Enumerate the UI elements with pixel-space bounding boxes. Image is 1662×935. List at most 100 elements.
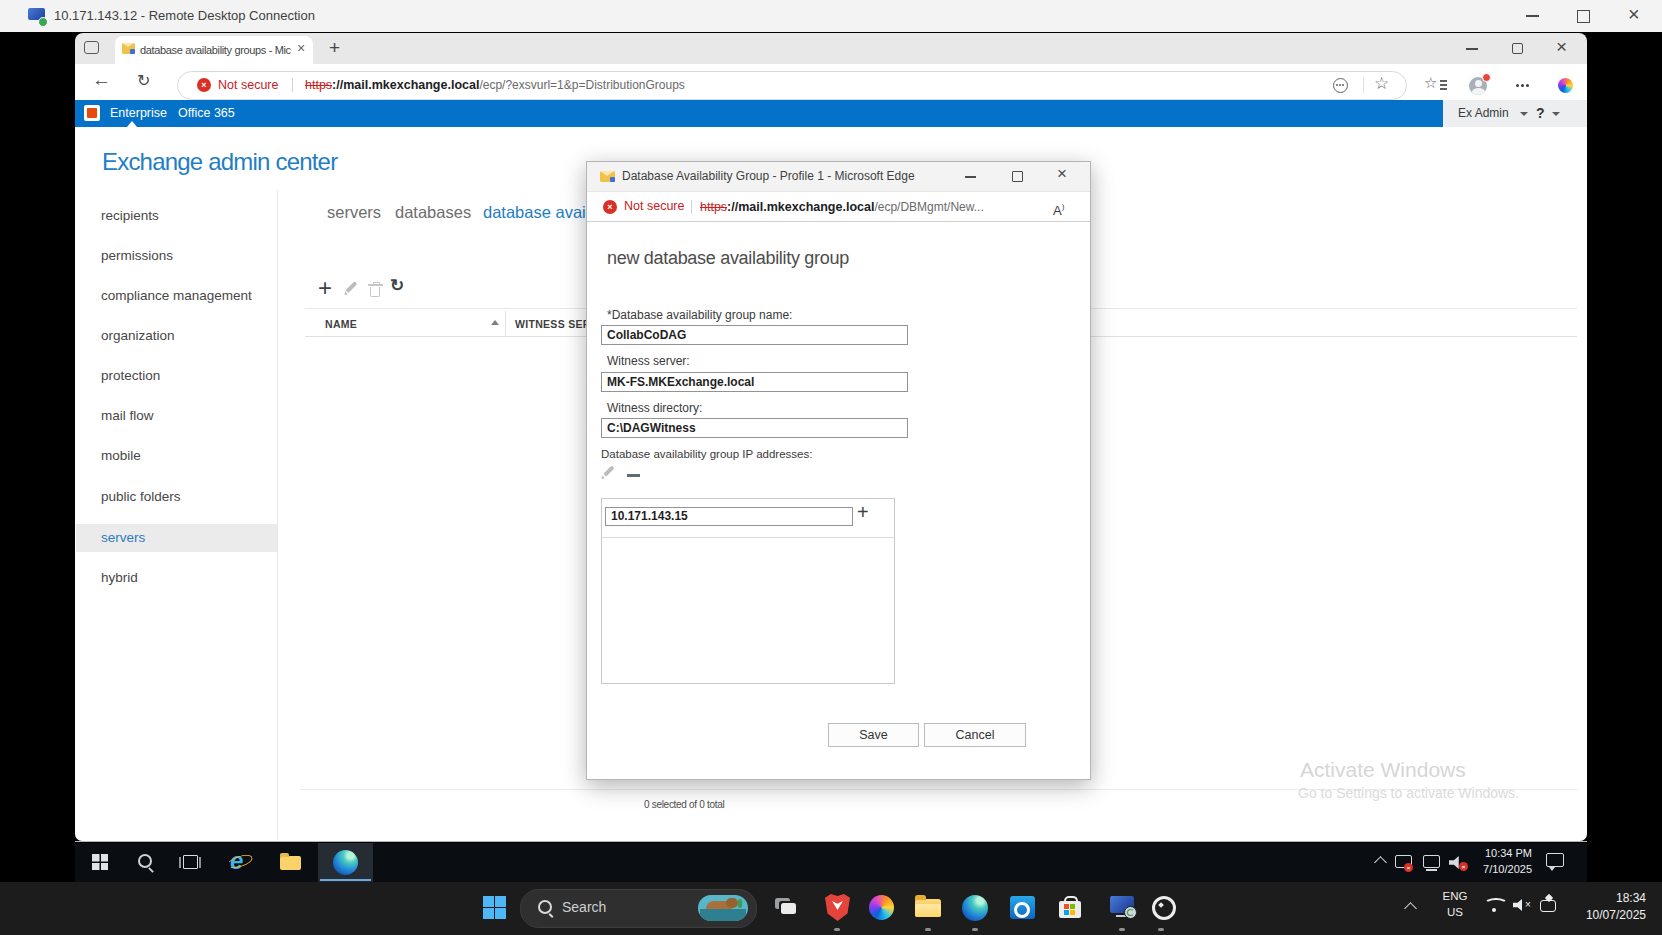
sidebar-divider — [277, 190, 278, 840]
browser-restore-button[interactable] — [1512, 43, 1523, 54]
url-path: /ecp/?exsvurl=1&p=DistributionGroups — [479, 78, 684, 92]
cancel-button[interactable]: Cancel — [924, 723, 1026, 747]
sidebar-item-servers[interactable]: servers — [101, 524, 145, 551]
dag-name-input[interactable]: CollabCoDAG — [601, 325, 908, 345]
volume-muted-icon[interactable] — [1513, 899, 1525, 911]
ip-add-icon[interactable]: + — [857, 501, 869, 524]
remote-notification-icon[interactable] — [1546, 853, 1564, 867]
new-tab-button[interactable]: + — [329, 37, 340, 59]
tab-close-icon[interactable]: × — [297, 40, 305, 56]
sidebar-item-organization[interactable]: organization — [101, 322, 175, 349]
sidebar-item-protection[interactable]: protection — [101, 362, 160, 389]
witness-directory-input[interactable]: C:\DAGWitness — [601, 418, 908, 438]
volume-muted-x: × — [1525, 899, 1531, 910]
local-start-button[interactable] — [483, 896, 506, 919]
dag-dialog-window: Database Availability Group - Profile 1 … — [586, 161, 1091, 780]
column-header-name[interactable]: NAME — [325, 312, 357, 336]
search-highlight-image[interactable] — [698, 895, 748, 921]
remote-clock[interactable]: 10:34 PM 7/10/2025 — [1455, 846, 1532, 877]
remote-tray-display-badge: × — [1404, 863, 1413, 872]
tab-favicon — [122, 43, 135, 54]
rdp-minimize-button[interactable] — [1526, 15, 1539, 17]
activate-windows-line1: Activate Windows — [1300, 758, 1466, 782]
tab-databases[interactable]: databases — [395, 201, 471, 224]
account-caret-icon — [1520, 112, 1528, 116]
browser-menu-icon[interactable] — [1516, 84, 1519, 87]
activate-windows-line2: Go to Settings to activate Windows. — [1298, 785, 1519, 801]
dialog-maximize-button[interactable] — [1012, 171, 1023, 182]
indicator-edge — [972, 928, 978, 931]
rdp-close-button[interactable]: × — [1628, 3, 1640, 26]
local-tray-chevron-icon[interactable] — [1404, 902, 1417, 915]
tab-title: database availability groups - Mic — [140, 39, 294, 61]
sidebar-item-compliance-management[interactable]: compliance management — [101, 282, 252, 309]
sidebar-item-hybrid[interactable]: hybrid — [101, 564, 138, 591]
wifi-icon[interactable] — [1484, 898, 1508, 910]
language-indicator[interactable]: ENG US — [1438, 888, 1472, 920]
witness-directory-label: Witness directory: — [607, 401, 702, 415]
ip-edit-icon[interactable] — [603, 465, 614, 476]
chatgpt-icon[interactable] — [1152, 896, 1176, 920]
dialog-url-text: https://mail.mkexchange.local/ecp/DBMgmt… — [700, 192, 984, 221]
favorites-bar-icon-lines — [1440, 80, 1447, 82]
local-clock[interactable]: 18:34 10/07/2025 — [1556, 890, 1646, 924]
browser-close-button[interactable]: × — [1556, 36, 1567, 58]
rdp-maximize-button[interactable] — [1577, 10, 1590, 23]
browser-minimize-button[interactable] — [1466, 48, 1478, 50]
indicator-chatgpt — [1158, 928, 1164, 931]
favorites-bar-icon[interactable]: ☆ — [1424, 74, 1437, 92]
ip-address-input[interactable]: 10.171.143.15 — [605, 507, 853, 526]
favorite-star-icon[interactable]: ☆ — [1374, 73, 1389, 94]
remote-edge-underline — [320, 879, 371, 881]
indicator-explorer — [925, 928, 931, 931]
sidebar-item-recipients[interactable]: recipients — [101, 202, 159, 229]
sidebar-item-mobile[interactable]: mobile — [101, 442, 141, 469]
tab-servers[interactable]: servers — [327, 201, 381, 224]
copilot-icon-taskbar[interactable] — [869, 895, 894, 920]
language-line1: ENG — [1438, 888, 1472, 904]
local-taskbar: Search ENG US × 18:34 10/07/2025 — [0, 882, 1662, 935]
refresh-icon[interactable]: ↻ — [137, 71, 150, 90]
not-secure-label: Not secure — [218, 71, 278, 99]
remote-folder-icon[interactable] — [280, 856, 301, 870]
refresh-list-icon[interactable]: ↻ — [390, 275, 404, 296]
remote-tray-chevron-icon[interactable] — [1374, 856, 1387, 869]
url-divider — [292, 78, 293, 92]
remote-search-icon-handle — [148, 867, 154, 873]
dialog-titlebar: Database Availability Group - Profile 1 … — [587, 162, 1090, 192]
sidebar-item-permissions[interactable]: permissions — [101, 242, 173, 269]
witness-server-input[interactable]: MK-FS.MKExchange.local — [601, 372, 908, 392]
dialog-minimize-button[interactable] — [965, 176, 976, 178]
url-host: ://mail.mkexchange.local — [332, 78, 479, 92]
portal-brand-enterprise[interactable]: Enterprise — [110, 100, 167, 127]
remote-taskview-icon[interactable] — [183, 855, 198, 869]
column-divider — [505, 311, 506, 335]
ip-addresses-label: Database availability group IP addresses… — [601, 447, 812, 461]
remote-tray-network-icon[interactable] — [1423, 855, 1440, 868]
remote-start-button[interactable] — [92, 854, 108, 870]
read-aloud-icon[interactable]: A) — [1053, 192, 1064, 221]
dialog-close-button[interactable]: × — [1057, 164, 1067, 184]
site-info-icon[interactable] — [1333, 78, 1348, 93]
remote-folder-tab — [280, 853, 289, 857]
tab-actions-icon[interactable] — [84, 41, 99, 54]
portal-brand-office365[interactable]: Office 365 — [178, 100, 235, 127]
remote-search-icon[interactable] — [138, 854, 152, 868]
help-menu[interactable]: ? — [1536, 100, 1545, 127]
save-button[interactable]: Save — [828, 723, 919, 747]
remote-edge-icon — [333, 850, 358, 875]
add-icon[interactable]: + — [318, 274, 332, 302]
url-scheme: https — [305, 78, 332, 92]
back-icon[interactable]: ← — [92, 69, 111, 91]
account-menu[interactable]: Ex Admin — [1458, 100, 1509, 127]
sidebar-item-public-folders[interactable]: public folders — [101, 483, 181, 510]
ip-remove-icon[interactable] — [627, 474, 640, 477]
edge-icon-taskbar[interactable] — [962, 895, 988, 921]
delete-icon[interactable] — [370, 287, 380, 297]
local-clock-date: 10/07/2025 — [1556, 907, 1646, 924]
dialog-heading: new database availability group — [607, 245, 849, 271]
remote-notification-icon-tail — [1549, 867, 1555, 871]
ip-list-box: 10.171.143.15 + — [601, 498, 895, 684]
copilot-icon[interactable] — [1558, 78, 1573, 93]
sidebar-item-mail-flow[interactable]: mail flow — [101, 402, 154, 429]
